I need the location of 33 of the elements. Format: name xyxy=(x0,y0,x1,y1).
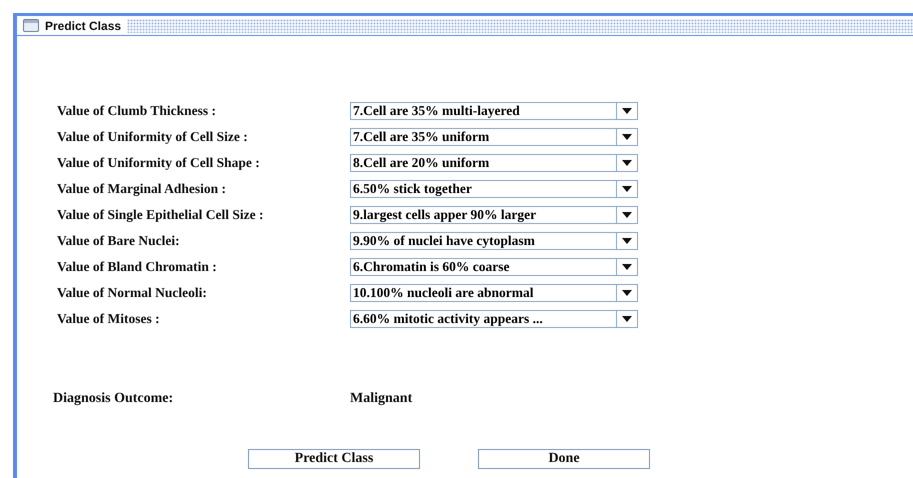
diagnosis-label: Diagnosis Outcome: xyxy=(53,391,174,407)
field-label: Value of Bare Nuclei: xyxy=(57,233,181,249)
caret-icon xyxy=(622,316,632,322)
field-label: Value of Bland Chromatin : xyxy=(57,259,218,275)
caret-icon xyxy=(622,108,632,114)
window-icon xyxy=(23,19,39,32)
dropdown[interactable]: 6.50% stick together xyxy=(350,180,638,198)
dropdown[interactable]: 6.60% mitotic activity appears ... xyxy=(350,310,638,328)
dropdown[interactable]: 9.90% of nuclei have cytoplasm xyxy=(350,232,638,250)
diagnosis-value: Malignant xyxy=(350,391,414,407)
caret-icon xyxy=(622,212,632,218)
done-button[interactable]: Done xyxy=(478,449,650,469)
field-label: Value of Single Epithelial Cell Size : xyxy=(57,207,265,223)
caret-icon xyxy=(622,186,632,192)
caret-icon xyxy=(622,264,632,270)
predict-button[interactable]: Predict Class xyxy=(248,449,420,469)
caret-icon xyxy=(622,238,632,244)
field-label: Value of Uniformity of Cell Size : xyxy=(57,129,249,145)
dropdown[interactable]: 10.100% nucleoli are abnormal xyxy=(350,284,638,302)
dropdown[interactable]: 7.Cell are 35% uniform xyxy=(350,128,638,146)
field-label: Value of Mitoses : xyxy=(57,311,161,327)
field-label: Value of Normal Nucleoli: xyxy=(57,285,208,301)
window-title: Predict Class xyxy=(45,18,122,32)
caret-icon xyxy=(622,290,632,296)
field-label: Value of Marginal Adhesion : xyxy=(57,181,228,197)
caret-icon xyxy=(622,160,632,166)
dropdown[interactable]: 8.Cell are 20% uniform xyxy=(350,154,638,172)
dropdown[interactable]: 6.Chromatin is 60% coarse xyxy=(350,258,638,276)
field-label: Value of Clumb Thickness : xyxy=(57,103,218,119)
dropdown[interactable]: 9.largest cells apper 90% larger xyxy=(350,206,638,224)
dropdown[interactable]: 7.Cell are 35% multi-layered xyxy=(350,102,638,120)
caret-icon xyxy=(622,134,632,140)
field-label: Value of Uniformity of Cell Shape : xyxy=(57,155,261,171)
